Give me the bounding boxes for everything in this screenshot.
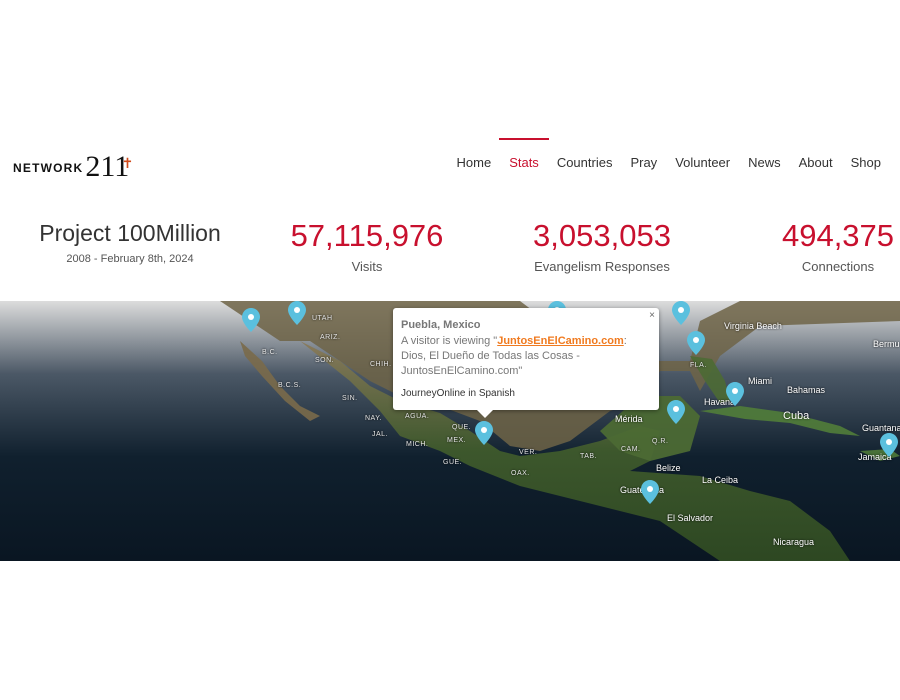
map-label-ver: VER. <box>519 449 538 456</box>
popup-link[interactable]: JuntosEnElCamino.com <box>497 335 624 347</box>
stats-bar: Project 100Million 2008 - February 8th, … <box>0 218 900 280</box>
map-label-ariz: ARIZ. <box>320 334 341 341</box>
visits-stat: 57,115,976 Visits <box>288 218 446 274</box>
map-label-merida: Mérida <box>615 414 643 424</box>
site-header: NETWORK 211 ✝ Home Stats Countries Pray V… <box>0 138 900 188</box>
popup-subtitle: JourneyOnline in Spanish <box>401 388 515 399</box>
visits-value: 57,115,976 <box>290 218 444 253</box>
nav-pray[interactable]: Pray <box>621 155 666 170</box>
map-label-fla: FLA. <box>690 362 707 369</box>
evangelism-stat: 3,053,053 Evangelism Responses <box>522 218 682 274</box>
map-label-nay: NAY. <box>365 415 382 422</box>
connections-stat: 494,375 Connections <box>778 218 898 274</box>
popup-message: A visitor is viewing "JuntosEnElCamino.c… <box>401 335 627 377</box>
nav-stats[interactable]: Stats <box>499 138 549 170</box>
map-label-utah: UTAH <box>312 315 333 322</box>
map-label-chih: CHIH. <box>370 361 392 368</box>
map-label-belize: Belize <box>656 463 681 473</box>
map-marker-pin[interactable] <box>880 433 898 457</box>
map-label-virginia-beach: Virginia Beach <box>724 321 782 331</box>
map-label-bermuda: Bermu <box>873 339 900 349</box>
map-label-que: QUE. <box>452 424 472 431</box>
project-block: Project 100Million 2008 - February 8th, … <box>30 220 230 265</box>
project-title: Project 100Million <box>39 220 221 246</box>
map-label-mich: MICH. <box>406 441 429 448</box>
nav-countries[interactable]: Countries <box>548 155 622 170</box>
map-label-la-ceiba: La Ceiba <box>702 475 739 485</box>
map-label-miami: Miami <box>748 376 772 386</box>
map-label-agua: AGUA. <box>405 413 430 420</box>
main-nav: Home Stats Countries Pray Volunteer News… <box>448 138 891 170</box>
logo-word: NETWORK <box>13 161 84 175</box>
evangelism-value: 3,053,053 <box>533 218 671 253</box>
map-marker-pin[interactable] <box>726 382 744 406</box>
map-label-nicaragua: Nicaragua <box>773 537 815 547</box>
map-label-cuba: Cuba <box>783 410 810 422</box>
map-label-mex: MEX. <box>447 437 467 444</box>
nav-home[interactable]: Home <box>448 155 501 170</box>
visits-label: Visits <box>351 259 383 274</box>
nav-news[interactable]: News <box>739 155 790 170</box>
map-label-son: SON. <box>315 357 335 364</box>
map-label-tab: TAB. <box>580 453 598 460</box>
connections-value: 494,375 <box>781 218 895 253</box>
map-marker-pin[interactable] <box>641 480 659 504</box>
nav-shop[interactable]: Shop <box>842 155 890 170</box>
evangelism-label: Evangelism Responses <box>534 259 670 274</box>
map-marker-pin[interactable] <box>672 301 690 325</box>
map-label-oax: OAX. <box>511 470 530 477</box>
map-label-gue: GUE. <box>443 459 463 466</box>
nav-volunteer[interactable]: Volunteer <box>666 155 739 170</box>
popup-location: Puebla, Mexico <box>401 319 481 331</box>
map-label-sin: SIN. <box>342 395 358 402</box>
project-dates: 2008 - February 8th, 2024 <box>66 253 194 265</box>
map-label-qr: Q.R. <box>652 438 669 445</box>
map-label-bc: B.C. <box>262 349 278 356</box>
map-label-cam: CAM. <box>621 446 641 453</box>
map-label-guantanamo: Guantanam <box>862 423 900 433</box>
map-marker-pin[interactable] <box>687 331 705 355</box>
nav-about[interactable]: About <box>790 155 842 170</box>
map-popup: × Puebla, Mexico A visitor is viewing "J… <box>393 308 659 418</box>
connections-label: Connections <box>801 259 875 274</box>
logo-number: 211 ✝ <box>85 150 134 183</box>
map-marker-pin[interactable] <box>288 301 306 325</box>
popup-close-button[interactable]: × <box>649 310 655 321</box>
network211-logo[interactable]: NETWORK 211 ✝ <box>13 150 134 183</box>
map-marker-pin[interactable] <box>242 308 260 332</box>
map-label-bahamas: Bahamas <box>787 385 826 395</box>
map-label-bcs: B.C.S. <box>278 382 302 389</box>
map-label-jal: JAL. <box>372 431 389 438</box>
map-label-el-salvador: El Salvador <box>667 513 714 523</box>
map-marker-pin[interactable] <box>667 400 685 424</box>
map-marker-pin-selected[interactable] <box>475 421 493 445</box>
